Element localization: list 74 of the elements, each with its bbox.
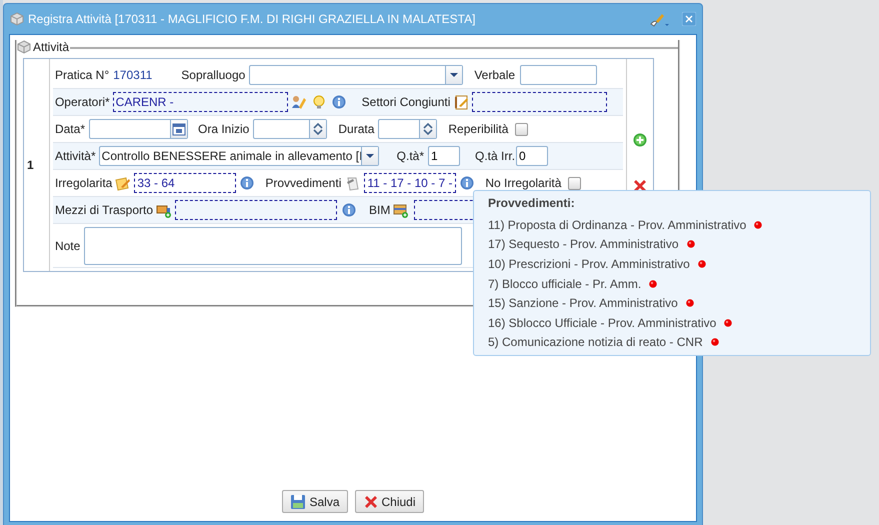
input-field[interactable]: 33 - 64 [134, 173, 236, 193]
notes-pencil-icon[interactable] [115, 176, 132, 190]
input-field[interactable]: CARENR - [112, 92, 288, 112]
field-label: Note [54, 238, 80, 252]
status-dot-icon [649, 280, 658, 288]
row-number: 1 [24, 59, 50, 271]
field-label: Verbale [474, 68, 516, 82]
tooltip-item: 5) Comunicazione notizia di reato - CNR [488, 335, 703, 350]
field-label: Reperibilità [448, 122, 508, 136]
time-field[interactable] [378, 119, 438, 139]
field-label: Q.tà Irr. [475, 149, 516, 163]
tooltip-item: 16) Sblocco Ufficiale - Prov. Amministrativo [488, 316, 716, 330]
status-dot-icon [686, 299, 694, 308]
field-label: Ora Inizio [198, 122, 250, 136]
status-dot-icon [724, 318, 732, 327]
info-icon[interactable] [332, 95, 346, 109]
date-field[interactable] [89, 119, 188, 139]
tooltip-item: 7) Blocco ufficiale - Pr. Amm. [488, 276, 642, 291]
field-label: Mezzi di Trasporto [54, 203, 154, 217]
window-title: Registra Attività [170311 - MAGLIFICIO F.M. DI RIGHI GRAZIELLA IN MALATESTA] [28, 12, 476, 26]
checkbox[interactable] [515, 122, 528, 136]
calendar-icon[interactable] [172, 122, 186, 136]
person-pencil-icon[interactable] [290, 94, 307, 110]
dropdown-field[interactable] [249, 65, 464, 85]
spinner-arrows-icon[interactable] [313, 122, 324, 136]
info-icon[interactable] [240, 176, 254, 190]
tooltip-title: Provvedimenti: [488, 196, 576, 210]
lightbulb-icon[interactable] [312, 94, 327, 110]
tooltip-item: 10) Prescrizioni - Prov. Amministrativo [488, 256, 690, 271]
note-textarea[interactable] [84, 226, 462, 264]
spinner-arrows-icon[interactable] [423, 122, 434, 136]
status-dot-icon [698, 260, 706, 268]
tooltip-item: 17) Sequesto - Prov. Amministrativo [488, 237, 679, 252]
field-label: Data* [54, 122, 85, 136]
field-label: Durata [338, 122, 374, 136]
field-label: Irregolarita [54, 176, 112, 190]
info-icon[interactable] [460, 176, 474, 190]
field-label: Operatori* [54, 95, 110, 109]
checkbox[interactable] [568, 176, 582, 190]
field-label: BIM [369, 203, 390, 217]
fieldset-legend: Attività [33, 40, 70, 54]
truck-add-icon[interactable] [156, 202, 172, 218]
input-field[interactable]: 11 - 17 - 10 - 7 - [364, 173, 456, 193]
card-add-icon[interactable] [393, 202, 410, 218]
status-dot-icon [754, 220, 762, 229]
notepad-icon[interactable] [454, 94, 470, 110]
save-button[interactable]: Salva [282, 490, 348, 513]
input-field[interactable] [472, 92, 608, 112]
field-label: Settori Congiunti [362, 95, 450, 109]
input-field[interactable] [175, 200, 338, 220]
status-dot-icon [710, 338, 719, 346]
info-icon[interactable] [342, 203, 356, 217]
field-label: Sopralluogo [181, 68, 246, 82]
input-field[interactable]: 1 [428, 146, 460, 166]
cube-icon [10, 12, 24, 26]
brush-icon[interactable] [649, 12, 670, 26]
close-button[interactable]: Chiudi [354, 490, 424, 513]
field-value: 170311 [113, 68, 152, 82]
tooltip-item: 11) Proposta di Ordinanza - Prov. Amministrativo [488, 218, 746, 232]
field-label: Pratica N° [54, 68, 110, 82]
field-label: Q.tà* [396, 149, 424, 163]
field-label: No Irregolarità [485, 176, 562, 190]
field-label: Attività* [54, 149, 96, 163]
status-dot-icon [686, 240, 695, 248]
field-label: Provvedimenti [265, 176, 342, 190]
add-icon[interactable] [633, 133, 648, 147]
paper-icon[interactable] [345, 176, 360, 190]
close-icon [362, 494, 378, 510]
input-field[interactable] [520, 65, 598, 85]
input-field[interactable]: 0 [516, 146, 548, 166]
cube-icon [17, 40, 31, 54]
close-icon[interactable] [682, 12, 696, 26]
tooltip-item: 15) Sanzione - Prov. Amministrativo [488, 296, 678, 310]
time-field[interactable] [253, 119, 328, 139]
